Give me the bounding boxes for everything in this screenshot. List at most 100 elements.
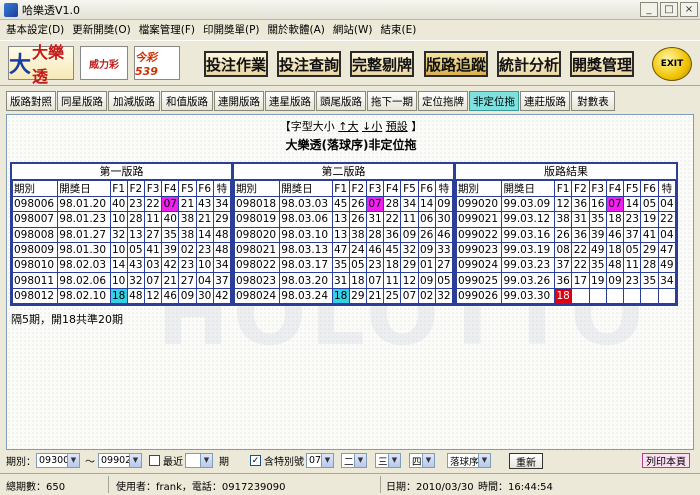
daletou-logo[interactable]: 大大樂透 xyxy=(8,43,74,86)
column-header: F4 xyxy=(605,180,625,197)
table-cell: 39 xyxy=(161,241,180,259)
font-down-link[interactable]: ↓小 xyxy=(362,120,382,133)
column-header: F5 xyxy=(623,180,642,197)
table-row: 099021 99.03.12 38 31 35 18 23 19 22 xyxy=(455,211,677,228)
menu-website[interactable]: 網站(W) xyxy=(331,22,379,37)
jincai-logo[interactable]: 今彩539 xyxy=(134,46,180,80)
option4-select[interactable]: 四 ▼ xyxy=(409,453,435,468)
column-header: F4 xyxy=(161,180,180,197)
table-cell: 42 xyxy=(212,287,232,305)
recent-checkbox[interactable] xyxy=(149,455,160,466)
close-button[interactable]: × xyxy=(680,2,698,17)
table-cell: 46 xyxy=(605,226,625,243)
menu-update-draw[interactable]: 更新開獎(O) xyxy=(70,22,136,37)
tab-non-positional-drag[interactable]: 非定位拖 xyxy=(469,91,519,111)
filter-bar: 期別： 093001 ▼ ～ 099025 ▼ 最近 ▼ 期 ✓ 含特別號 07 ▼ … xyxy=(0,451,700,471)
table-cell: 98.03.17 xyxy=(279,257,333,274)
table-cell: 35 xyxy=(640,272,659,289)
option3-select[interactable]: 三 ▼ xyxy=(375,453,401,468)
number-select[interactable]: 07 ▼ xyxy=(306,453,334,468)
option2-select[interactable]: 二 ▼ xyxy=(341,453,367,468)
table-cell: 099024 xyxy=(455,257,503,274)
table-row: 098024 98.03.24 18 29 21 25 07 02 32 xyxy=(233,287,454,305)
tab-sum[interactable]: 和值版路 xyxy=(161,91,213,111)
table-cell: 099020 xyxy=(455,195,503,213)
table-cell: 99.03.26 xyxy=(501,272,555,289)
menu-exit[interactable]: 結束(E) xyxy=(378,22,422,37)
table-row: 099024 99.03.23 37 22 35 48 11 28 49 xyxy=(455,257,677,274)
menu-print-draw[interactable]: 印開獎單(P) xyxy=(201,22,266,37)
table-cell: 38 xyxy=(348,226,367,243)
minimize-button[interactable]: _ xyxy=(640,2,658,17)
menu-file-management[interactable]: 檔案管理(F) xyxy=(137,22,201,37)
table-cell: 45 xyxy=(331,195,350,213)
table-cell: 099021 xyxy=(455,211,503,228)
include-special-checkbox[interactable]: ✓ xyxy=(250,455,261,466)
table-cell: 099023 xyxy=(455,241,503,259)
table-cell: 099025 xyxy=(455,272,503,289)
tab-linked-star[interactable]: 連星版路 xyxy=(265,91,315,111)
table-cell: 14 xyxy=(195,226,214,243)
table-cell: 27 xyxy=(178,272,197,289)
tab-next-period[interactable]: 拖下一期 xyxy=(367,91,417,111)
bet-query-button[interactable]: 投注查詢 xyxy=(277,51,341,77)
full-filter-button[interactable]: 完整剔牌 xyxy=(350,51,414,77)
recent-count-select[interactable]: ▼ xyxy=(185,453,213,468)
table-cell: 11 xyxy=(400,211,419,228)
table-cell: 21 xyxy=(161,272,180,289)
table-cell: 30 xyxy=(434,211,454,228)
table-row: 098012 98.02.10 18 48 12 46 09 30 42 xyxy=(11,287,232,305)
table-cell: 43 xyxy=(195,195,214,213)
table-cell: 23 xyxy=(178,257,197,274)
print-page-button[interactable]: 列印本頁 xyxy=(642,453,690,468)
order-select[interactable]: 落球序 ▼ xyxy=(447,453,491,468)
table-cell: 35 xyxy=(588,211,607,228)
table-cell: 13 xyxy=(331,226,350,243)
menu-basic-settings[interactable]: 基本設定(D) xyxy=(4,22,70,37)
tab-positional-drag[interactable]: 定位拖牌 xyxy=(418,91,468,111)
period-to-select[interactable]: 099025 ▼ xyxy=(98,453,142,468)
table-cell: 36 xyxy=(571,195,590,213)
font-up-link[interactable]: ↑大 xyxy=(338,120,358,133)
table-cell: 23 xyxy=(126,195,145,213)
tab-repeat[interactable]: 連莊版路 xyxy=(520,91,570,111)
table-cell: 98.01.23 xyxy=(57,211,111,228)
table-cell: 98.03.03 xyxy=(279,195,333,213)
statistics-button[interactable]: 統計分析 xyxy=(497,51,561,77)
chevron-down-icon: ▼ xyxy=(422,454,434,467)
table-cell xyxy=(640,287,659,305)
tab-consecutive[interactable]: 連開版路 xyxy=(214,91,264,111)
tab-pattern-compare[interactable]: 版路對照 xyxy=(6,91,56,111)
table-row: 098011 98.02.06 10 32 07 21 27 04 37 xyxy=(11,272,232,289)
table-cell: 10 xyxy=(109,241,128,259)
table-cell: 26 xyxy=(348,211,367,228)
table-cell: 28 xyxy=(126,211,145,228)
column-header: F2 xyxy=(126,180,145,197)
font-size-controls: 【字型大小 ↑大 ↓小 預設 】 xyxy=(279,120,423,133)
table-cell: 07 xyxy=(365,272,385,289)
draw-management-button[interactable]: 開獎管理 xyxy=(570,51,634,77)
table-row: 099022 99.03.16 26 36 39 46 37 41 04 xyxy=(455,226,677,243)
table-cell: 98.01.27 xyxy=(57,226,111,243)
table-cell: 29 xyxy=(400,257,419,274)
period-from-select[interactable]: 093001 ▼ xyxy=(36,453,80,468)
weili-logo[interactable]: 威力彩 xyxy=(80,46,128,80)
font-preset-link[interactable]: 預設 xyxy=(386,120,408,133)
table-cell: 28 xyxy=(383,195,402,213)
tab-pair-table[interactable]: 對數表 xyxy=(571,91,615,111)
maximize-button[interactable]: □ xyxy=(660,2,678,17)
menu-about[interactable]: 關於軟體(A) xyxy=(266,22,331,37)
table-cell: 48 xyxy=(212,226,232,243)
tab-add-sub[interactable]: 加減版路 xyxy=(108,91,160,111)
chevron-down-icon: ▼ xyxy=(129,454,141,467)
group-pattern-result: 版路結果 期別 開獎日 F1 F2 F3 F4 F5 F6 特 099020 99.03.09 12 36… xyxy=(454,162,678,307)
table-cell: 22 xyxy=(383,211,402,228)
betting-button[interactable]: 投注作業 xyxy=(204,51,268,77)
table-cell: 24 xyxy=(348,241,367,259)
tab-head-tail[interactable]: 頭尾版路 xyxy=(316,91,366,111)
pattern-tracking-button[interactable]: 版路追蹤 xyxy=(424,51,488,77)
refresh-button[interactable]: 重新 xyxy=(509,453,543,469)
tab-same-star[interactable]: 同星版路 xyxy=(57,91,107,111)
table-cell: 47 xyxy=(331,241,350,259)
exit-button[interactable]: EXIT xyxy=(652,47,692,81)
